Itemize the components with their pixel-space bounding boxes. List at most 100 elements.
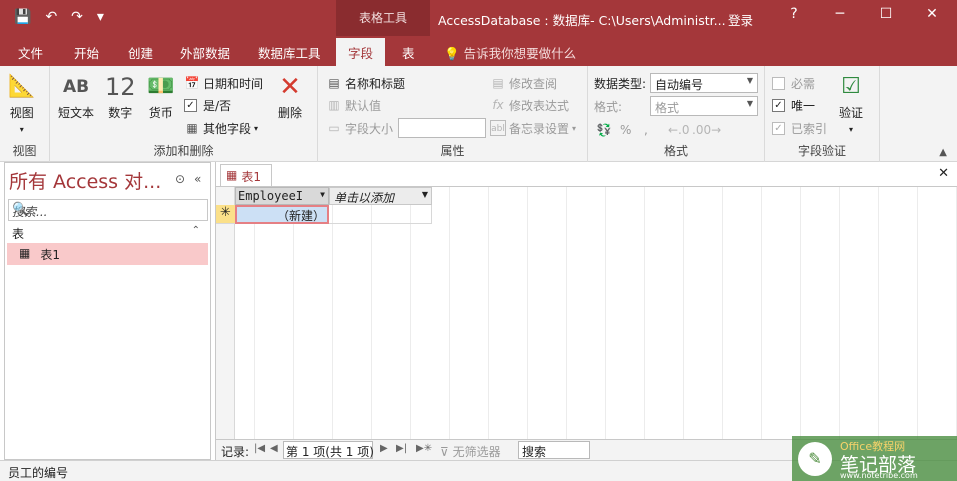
currency-format-button[interactable]: 💱: [596, 120, 612, 140]
chevron-down-icon[interactable]: ▼: [320, 190, 325, 199]
tab-file[interactable]: 文件: [18, 43, 43, 62]
tab-create[interactable]: 创建: [128, 43, 153, 62]
filter-icon: ⊽: [440, 445, 449, 459]
tab-external-data[interactable]: 外部数据: [180, 43, 230, 62]
group-label-field-validation: 字段验证: [797, 144, 846, 158]
view-button-label: 视图: [9, 106, 34, 120]
redo-icon[interactable]: ↷: [71, 9, 83, 25]
indexed-checkbox[interactable]: ✓ 已索引: [772, 118, 827, 138]
default-value-button[interactable]: ▥ 默认值: [326, 95, 381, 115]
validation-button[interactable]: ☑ 验证 ▾: [839, 72, 863, 135]
modify-lookups-button[interactable]: ▤ 修改查阅: [490, 73, 557, 93]
group-label-views: 视图: [12, 144, 37, 158]
minimize-button[interactable]: ─: [828, 6, 852, 22]
nav-item-label: 表1: [40, 248, 60, 262]
chevron-down-icon: ▼: [746, 99, 753, 108]
next-record-icon[interactable]: ▶: [380, 443, 388, 454]
collapse-ribbon-icon[interactable]: ▲: [939, 147, 947, 158]
decrease-decimals-button[interactable]: .00→: [692, 120, 722, 140]
indexed-label: 已索引: [791, 121, 828, 136]
modify-expression-label: 修改表达式: [509, 98, 570, 113]
increase-decimals-button[interactable]: ←.0: [668, 120, 690, 140]
modify-expression-button[interactable]: fx 修改表达式: [490, 95, 569, 115]
date-time-button[interactable]: 📅 日期和时间: [184, 73, 264, 93]
more-fields-button[interactable]: ▦ 其他字段 ▾: [184, 118, 258, 138]
column-header-click-to-add[interactable]: 单击以添加 ▼: [329, 187, 432, 205]
search-icon[interactable]: 🔍: [12, 202, 205, 217]
nav-item-table1[interactable]: ▦ 表1: [7, 243, 208, 265]
yes-no-button[interactable]: ✓ 是/否: [184, 95, 231, 115]
customize-qat-icon[interactable]: ▾: [97, 9, 104, 25]
collapse-section-icon[interactable]: ⌃: [192, 225, 200, 236]
unique-checkbox[interactable]: ✓ 唯一: [772, 95, 815, 115]
comma-button[interactable]: ,: [644, 120, 648, 140]
save-icon[interactable]: 💾: [14, 9, 31, 25]
delete-button[interactable]: ✕ 删除: [278, 72, 302, 121]
close-button[interactable]: ✕: [920, 6, 944, 22]
nav-pane-title[interactable]: 所有 Access 对...: [9, 167, 161, 194]
help-button[interactable]: ?: [782, 6, 806, 22]
group-formatting: 数据类型: 自动编号 ▼ 格式: 格式 ▼ 💱 % , ←.0 .00→ 格式: [588, 66, 765, 162]
new-record-cell-empty[interactable]: [329, 205, 432, 224]
short-text-label: 短文本: [58, 106, 95, 120]
data-type-select[interactable]: 自动编号 ▼: [650, 73, 758, 93]
tab-table[interactable]: 表: [402, 43, 415, 62]
document-tab-table1[interactable]: ▦ 表1: [220, 164, 272, 186]
group-add-delete: AB 短文本 12 数字 💵 货币 📅 日期和时间 ✓ 是/否 ▦ 其他字段 ▾ ✕ 删…: [50, 66, 318, 162]
chevron-down-icon: ▼: [746, 76, 753, 85]
column-header-label: 单击以添加: [334, 191, 395, 205]
group-properties: ▤ 名称和标题 ▥ 默认值 ▭ 字段大小 ▤ 修改查阅 fx 修改表达式 abl 备忘录设置…: [318, 66, 588, 162]
nav-menu-chevron-icon[interactable]: ⊙: [175, 172, 185, 186]
previous-record-icon[interactable]: ◀: [270, 443, 278, 454]
watermark: ✎ Office教程网 笔记部落 www.notetribe.com: [792, 436, 957, 481]
new-record-marker[interactable]: ✳: [216, 205, 235, 224]
datasheet-grid: EmployeeI ▼ 单击以添加 ▼ ✳ （新建）: [216, 186, 957, 440]
data-type-value: 自动编号: [655, 78, 704, 92]
format-label: 格式:: [594, 99, 623, 114]
decrease-decimals-icon: .00→: [692, 123, 722, 137]
default-value-label: 默认值: [345, 98, 382, 113]
column-header-employeeid[interactable]: EmployeeI ▼: [235, 187, 329, 205]
record-search-input[interactable]: 搜索: [518, 441, 590, 459]
table-icon: ▦: [19, 246, 31, 260]
status-text: 员工的编号: [8, 466, 69, 480]
new-record-cell[interactable]: （新建）: [235, 205, 329, 224]
chevron-down-icon[interactable]: ▼: [422, 190, 428, 199]
memo-settings-button[interactable]: abl 备忘录设置 ▾: [490, 118, 576, 138]
field-size-input[interactable]: [398, 118, 486, 138]
tab-home[interactable]: 开始: [74, 43, 99, 62]
navigation-pane: 所有 Access 对... ⊙ « 搜索... 🔍 表 ⌃ ▦ 表1: [4, 162, 211, 460]
collapse-nav-icon[interactable]: «: [194, 172, 201, 186]
nav-search-input[interactable]: 搜索... 🔍: [8, 199, 208, 221]
currency-button[interactable]: 💵 货币: [147, 72, 174, 121]
tell-me-box[interactable]: 💡 告诉我你想要做什么: [444, 43, 576, 62]
ribbon: 📐 视图 ▾ 视图 AB 短文本 12 数字 💵 货币 📅 日期和时间 ✓ 是/否 ▦…: [0, 66, 957, 162]
name-caption-button[interactable]: ▤ 名称和标题: [326, 73, 405, 93]
close-document-icon[interactable]: ✕: [938, 166, 949, 181]
format-select[interactable]: 格式 ▼: [650, 96, 758, 116]
nav-section-tables[interactable]: 表: [12, 225, 24, 242]
tab-fields[interactable]: 字段: [336, 38, 386, 66]
required-checkbox[interactable]: 必需: [772, 73, 815, 93]
new-record-icon[interactable]: ▶✳: [416, 443, 432, 454]
percent-button[interactable]: %: [620, 120, 631, 140]
login-link[interactable]: 登录: [728, 10, 753, 29]
filter-status[interactable]: ⊽ 无筛选器: [440, 443, 501, 460]
document-tab-label: 表1: [241, 170, 261, 184]
tab-database-tools[interactable]: 数据库工具: [258, 43, 321, 62]
undo-icon[interactable]: ↶: [45, 9, 57, 25]
view-button[interactable]: 📐 视图 ▾: [8, 72, 35, 135]
first-record-icon[interactable]: |◀: [254, 443, 265, 454]
current-record-field[interactable]: 第 1 项(共 1 项): [283, 441, 374, 459]
row-selector-column: [216, 187, 235, 440]
last-record-icon[interactable]: ▶|: [396, 443, 407, 454]
increase-decimals-icon: ←.0: [668, 123, 690, 137]
group-field-validation: 必需 ✓ 唯一 ✓ 已索引 ☑ 验证 ▾ 字段验证: [765, 66, 880, 162]
short-text-button[interactable]: AB 短文本: [58, 72, 94, 121]
maximize-button[interactable]: ☐: [874, 6, 898, 22]
format-value: 格式: [655, 101, 680, 115]
modify-lookups-label: 修改查阅: [509, 76, 558, 91]
number-button[interactable]: 12 数字: [105, 72, 136, 121]
field-size-label-row: ▭ 字段大小: [326, 118, 393, 138]
date-time-label: 日期和时间: [203, 76, 264, 91]
